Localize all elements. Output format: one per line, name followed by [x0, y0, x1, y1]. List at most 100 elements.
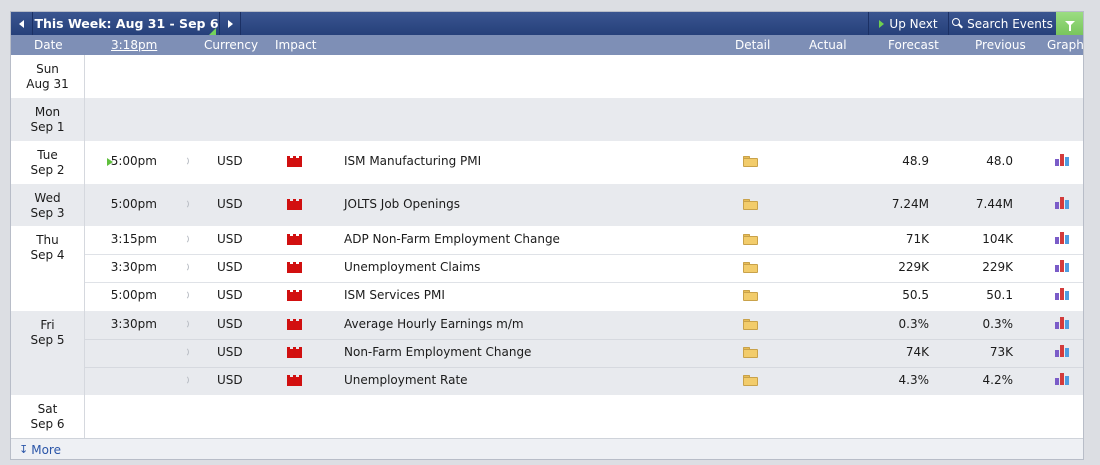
day-of-week: Sun — [36, 62, 59, 76]
header-forecast: Forecast — [888, 38, 939, 52]
folder-icon[interactable] — [743, 375, 758, 386]
header-current-time[interactable]: 3:18pm — [111, 35, 157, 55]
day-group-sun: Sun Aug 31 — [11, 55, 1083, 98]
bar-graph-icon[interactable] — [1055, 231, 1071, 244]
sound-icon[interactable] — [183, 234, 191, 244]
sound-icon[interactable] — [183, 319, 191, 329]
high-impact-icon — [287, 290, 302, 301]
high-impact-icon — [287, 199, 302, 210]
chevron-left-icon — [19, 19, 24, 28]
bar-graph-icon[interactable] — [1055, 287, 1071, 300]
next-week-button[interactable] — [219, 12, 241, 35]
up-next-label: Up Next — [889, 16, 938, 31]
event-previous: 7.44M — [975, 197, 1013, 211]
bar-graph-icon[interactable] — [1055, 196, 1071, 209]
day-date: Sep 1 — [30, 120, 65, 134]
day-cell: Sun Aug 31 — [11, 55, 85, 98]
day-group-thu: Thu Sep 4 3:15pm USD ADP Non-Farm Employ… — [11, 226, 1083, 311]
bar-graph-icon[interactable] — [1055, 344, 1071, 357]
event-previous: 48.0 — [986, 154, 1013, 168]
folder-icon[interactable] — [743, 234, 758, 245]
bar-graph-icon[interactable] — [1055, 259, 1071, 272]
filter-icon — [1064, 21, 1075, 31]
search-events-label: Search Events — [967, 16, 1053, 31]
event-time: 3:30pm — [110, 317, 157, 331]
event-title[interactable]: ISM Manufacturing PMI — [344, 154, 481, 168]
event-forecast: 48.9 — [902, 154, 929, 168]
event-currency: USD — [217, 345, 243, 359]
previous-week-button[interactable] — [11, 12, 33, 35]
event-previous: 50.1 — [986, 288, 1013, 302]
header-detail: Detail — [735, 38, 771, 52]
event-title[interactable]: Average Hourly Earnings m/m — [344, 317, 524, 331]
chevron-right-icon — [227, 19, 233, 28]
day-group-mon: Mon Sep 1 — [11, 98, 1083, 141]
event-previous: 104K — [982, 232, 1013, 246]
sound-icon[interactable] — [183, 347, 191, 357]
event-time: 5:00pm — [110, 154, 157, 168]
sound-icon[interactable] — [183, 156, 191, 166]
event-title[interactable]: ISM Services PMI — [344, 288, 445, 302]
event-currency: USD — [217, 260, 243, 274]
day-group-tue: Tue Sep 2 5:00pm USD ISM Manufacturing P… — [11, 141, 1083, 184]
day-group-sat: Sat Sep 6 — [11, 395, 1083, 438]
table-row[interactable]: 5:00pm USD JOLTS Job Openings 7.24M 7.44… — [11, 184, 1083, 226]
day-cell: Mon Sep 1 — [11, 98, 85, 141]
event-currency: USD — [217, 288, 243, 302]
high-impact-icon — [287, 234, 302, 245]
table-row[interactable]: USD Non-Farm Employment Change 74K 73K — [11, 339, 1083, 367]
week-label[interactable]: This Week: Aug 31 - Sep 6 — [34, 12, 219, 35]
bar-graph-icon[interactable] — [1055, 316, 1071, 329]
play-icon — [879, 19, 885, 28]
up-next-button[interactable]: Up Next — [868, 12, 948, 35]
table-row[interactable]: 3:15pm USD ADP Non-Farm Employment Chang… — [11, 226, 1083, 254]
sound-icon[interactable] — [183, 375, 191, 385]
table-row[interactable]: 5:00pm USD ISM Services PMI 50.5 50.1 — [11, 282, 1083, 311]
more-label: More — [31, 443, 61, 457]
table-row[interactable]: 5:00pm USD ISM Manufacturing PMI 48.9 48… — [11, 141, 1083, 184]
table-row[interactable]: USD Unemployment Rate 4.3% 4.2% — [11, 367, 1083, 395]
event-forecast: 229K — [898, 260, 929, 274]
table-row[interactable]: 3:30pm USD Unemployment Claims 229K 229K — [11, 254, 1083, 282]
day-of-week: Sat — [37, 402, 58, 416]
filter-button[interactable] — [1056, 12, 1083, 35]
folder-icon[interactable] — [743, 262, 758, 273]
day-date: Aug 31 — [26, 77, 69, 91]
folder-icon[interactable] — [743, 319, 758, 330]
bar-graph-icon[interactable] — [1055, 153, 1071, 166]
event-previous: 73K — [989, 345, 1013, 359]
table-row[interactable]: 3:30pm USD Average Hourly Earnings m/m 0… — [11, 311, 1083, 339]
day-of-week: Mon — [34, 105, 61, 119]
sound-icon[interactable] — [183, 199, 191, 209]
event-title[interactable]: Non-Farm Employment Change — [344, 345, 531, 359]
sound-icon[interactable] — [183, 262, 191, 272]
folder-icon[interactable] — [743, 199, 758, 210]
sound-icon[interactable] — [183, 290, 191, 300]
high-impact-icon — [287, 347, 302, 358]
column-header-row: Date 3:18pm Currency Impact Detail Actua… — [11, 35, 1084, 55]
folder-icon[interactable] — [743, 156, 758, 167]
header-impact: Impact — [275, 38, 317, 52]
folder-icon[interactable] — [743, 290, 758, 301]
calendar-widget: This Week: Aug 31 - Sep 6 Up Next Search… — [10, 11, 1084, 460]
download-arrow-icon: ↧ — [19, 443, 29, 456]
more-link[interactable]: ↧ More — [19, 443, 61, 457]
search-events-button[interactable]: Search Events — [948, 12, 1056, 35]
event-forecast: 0.3% — [898, 317, 930, 331]
event-currency: USD — [217, 373, 243, 387]
event-previous: 4.2% — [982, 373, 1014, 387]
event-title[interactable]: ADP Non-Farm Employment Change — [344, 232, 560, 246]
event-forecast: 4.3% — [898, 373, 930, 387]
event-title[interactable]: Unemployment Claims — [344, 260, 480, 274]
high-impact-icon — [287, 262, 302, 273]
header-date: Date — [34, 38, 63, 52]
folder-icon[interactable] — [743, 347, 758, 358]
event-title[interactable]: Unemployment Rate — [344, 373, 468, 387]
event-currency: USD — [217, 154, 243, 168]
header-currency: Currency — [204, 38, 259, 52]
header-previous: Previous — [975, 38, 1026, 52]
bar-graph-icon[interactable] — [1055, 372, 1071, 385]
current-week-marker-icon — [209, 28, 216, 35]
high-impact-icon — [287, 319, 302, 330]
event-title[interactable]: JOLTS Job Openings — [344, 197, 460, 211]
